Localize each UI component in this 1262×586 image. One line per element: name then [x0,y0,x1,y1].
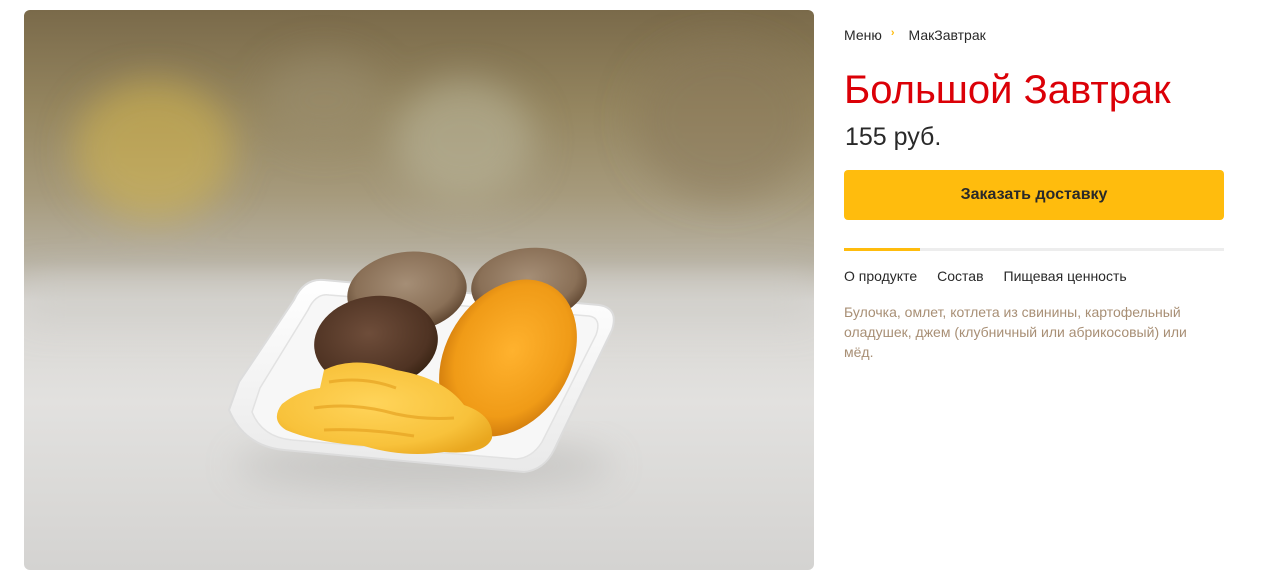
product-tabs: О продукте Состав Пищевая ценность [844,268,1147,284]
breadcrumb-item-menu[interactable]: Меню [844,27,882,43]
tab-nutrition[interactable]: Пищевая ценность [1004,268,1127,284]
chevron-right-icon: › [890,27,895,39]
tab-about-product[interactable]: О продукте [844,268,917,284]
breadcrumb-item-category[interactable]: МакЗавтрак [909,27,986,43]
product-description: Булочка, омлет, котлета из свинины, карт… [844,304,1187,360]
tab-composition[interactable]: Состав [937,268,983,284]
breadcrumb: Меню › МакЗавтрак [844,27,986,43]
order-delivery-button[interactable]: Заказать доставку [844,170,1224,220]
product-price: 155 руб. [845,123,942,151]
tabs-active-indicator [844,248,920,251]
product-image [24,10,814,570]
product-title: Большой Завтрак [844,68,1171,112]
product-page: Меню › МакЗавтрак Большой Завтрак 155 ру… [0,0,1262,586]
tabs-indicator-track [844,248,1224,251]
